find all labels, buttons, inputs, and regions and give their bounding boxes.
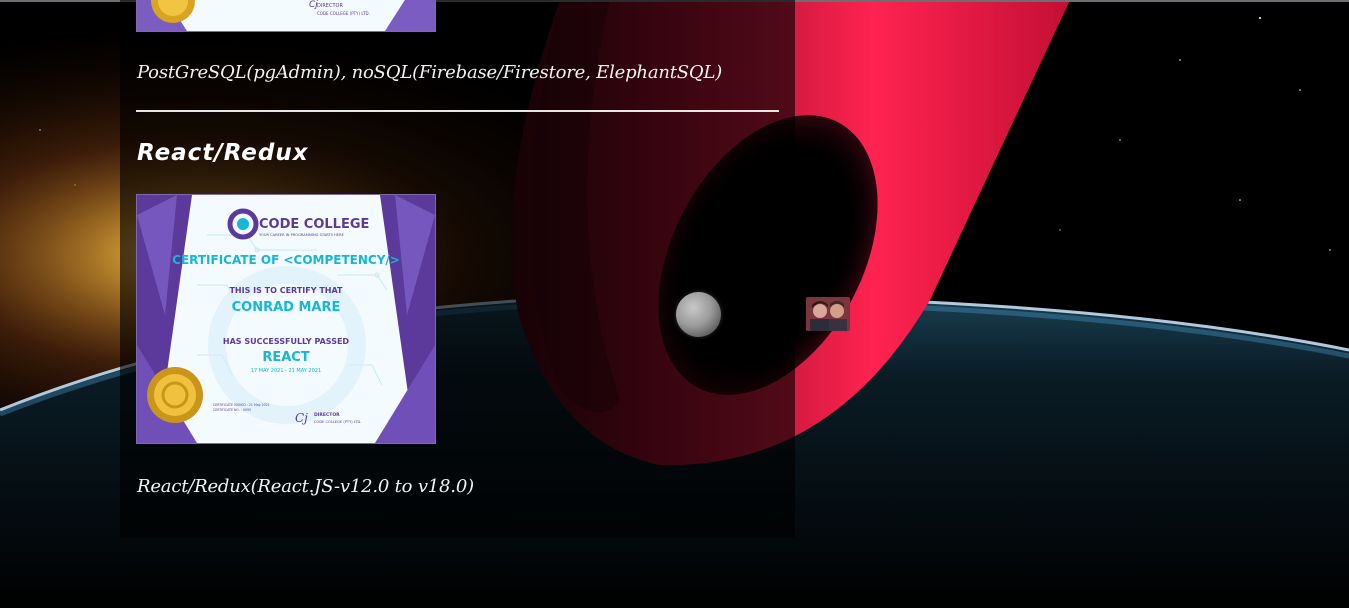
cert-director-org: CODE COLLEGE (PTY) LTD. (314, 420, 361, 424)
cert-brand: CODE COLLEGE (259, 217, 369, 232)
react-caption: React/Redux(React.JS-v12.0 to v18.0) (137, 476, 474, 497)
cert-director-label: DIRECTOR (314, 412, 340, 418)
avatar[interactable] (806, 297, 850, 331)
cert-issue-date: CERTIFICATE ISSUED : 21 May 2021 (213, 403, 270, 407)
director-label: DIRECTOR (317, 3, 343, 9)
certificate-art: Cj DIRECTOR CODE COLLEGE (PTY) LTD. (137, 0, 435, 31)
svg-text:Cj: Cj (295, 411, 308, 425)
certificate-image-react[interactable]: CODE COLLEGE YOUR CAREER IN PROGRAMMING … (136, 194, 436, 444)
react-section-title: React/Redux (137, 140, 309, 166)
cert-certify-text: THIS IS TO CERTIFY THAT (229, 286, 343, 295)
moon-icon[interactable] (676, 292, 721, 337)
director-org: CODE COLLEGE (PTY) LTD. (317, 11, 370, 16)
cert-heading: CERTIFICATE OF <COMPETENCY/> (172, 253, 400, 267)
cert-course: REACT (262, 350, 309, 365)
cert-passed-text: HAS SUCCESSFULLY PASSED (223, 337, 350, 346)
certificate-art: CODE COLLEGE YOUR CAREER IN PROGRAMMING … (137, 195, 435, 443)
cert-number: CERTIFICATE NO. : 0095 (213, 408, 251, 412)
certificate-image-sql[interactable]: Cj DIRECTOR CODE COLLEGE (PTY) LTD. (136, 0, 436, 32)
avatar-photo (806, 297, 850, 331)
section-divider (136, 110, 779, 112)
sql-caption: PostGreSQL(pgAdmin), noSQL(Firebase/Fire… (137, 62, 723, 83)
cert-dates: 17 MAY 2021 - 21 MAY 2021 (251, 368, 321, 374)
cert-tagline: YOUR CAREER IN PROGRAMMING STARTS HERE (259, 233, 345, 237)
cert-recipient-name: CONRAD MARE (232, 300, 341, 315)
